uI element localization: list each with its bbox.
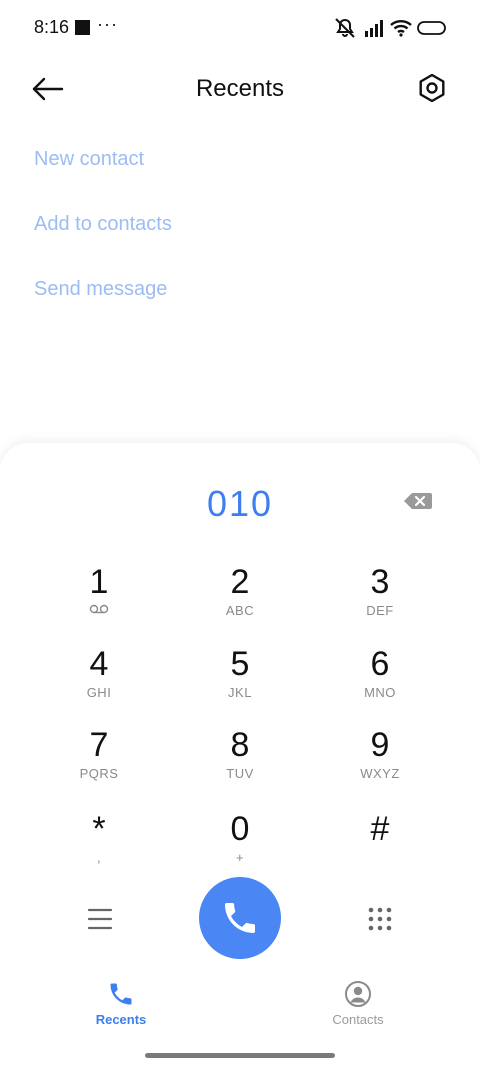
tab-label: Contacts xyxy=(332,1012,384,1027)
key-3[interactable]: 3 DEF xyxy=(320,563,440,637)
page-title: Recents xyxy=(195,75,285,102)
key-letters: JKL xyxy=(228,685,252,700)
key-6[interactable]: 6 MNO xyxy=(320,645,440,719)
backspace-icon xyxy=(404,493,432,509)
home-indicator[interactable] xyxy=(145,1053,335,1058)
send-message-link[interactable]: Send message xyxy=(34,278,167,301)
key-digit: 2 xyxy=(230,563,250,601)
tab-recents[interactable]: Recents xyxy=(61,980,181,1040)
key-0[interactable]: 0 + xyxy=(180,810,300,884)
key-letters: PQRS xyxy=(79,766,119,781)
key-digit: # xyxy=(370,810,390,848)
notifications-off-icon xyxy=(335,18,355,38)
key-letters: + xyxy=(235,850,245,865)
wifi-icon xyxy=(390,20,412,37)
backspace-button[interactable] xyxy=(403,491,433,511)
key-2[interactable]: 2 ABC xyxy=(180,563,300,637)
key-letters: WXYZ xyxy=(360,766,400,781)
key-1[interactable]: 1 xyxy=(39,563,159,637)
signal-icon xyxy=(365,20,383,37)
add-to-contacts-link[interactable]: Add to contacts xyxy=(34,213,172,236)
key-letters: TUV xyxy=(226,766,254,781)
more-notifications-icon: ··· xyxy=(97,14,118,34)
dialpad-icon xyxy=(368,907,392,931)
status-bar: 8:16 ··· xyxy=(0,0,480,56)
key-digit: 3 xyxy=(370,563,390,601)
key-letters: MNO xyxy=(364,685,396,700)
key-digit: 4 xyxy=(89,645,109,683)
new-contact-link[interactable]: New contact xyxy=(34,148,144,171)
key-letters: GHI xyxy=(86,685,112,700)
dialpad-toggle-button[interactable] xyxy=(360,899,400,939)
top-app-bar: Recents xyxy=(0,60,480,118)
phone-icon xyxy=(110,983,132,1005)
settings-button[interactable] xyxy=(416,72,448,104)
key-5[interactable]: 5 JKL xyxy=(180,645,300,719)
key-letters: DEF xyxy=(366,603,394,618)
tab-label: Recents xyxy=(95,1012,147,1027)
key-digit: 8 xyxy=(230,726,250,764)
key-digit: 5 xyxy=(230,645,250,683)
key-hash[interactable]: # xyxy=(320,810,440,884)
dial-pad-panel: 010 1 2 ABC 3 DEF 4 GHI 5 JKL 6 MNO 7 PQ… xyxy=(0,443,480,1066)
key-star[interactable]: * , xyxy=(39,810,159,884)
key-digit: * xyxy=(92,810,106,848)
key-7[interactable]: 7 PQRS xyxy=(39,726,159,800)
phone-icon xyxy=(225,903,255,933)
menu-icon xyxy=(87,908,113,930)
battery-icon xyxy=(417,21,446,35)
key-digit: 6 xyxy=(370,645,390,683)
key-digit: 0 xyxy=(230,810,250,848)
key-8[interactable]: 8 TUV xyxy=(180,726,300,800)
key-letters: ABC xyxy=(225,603,255,618)
status-time: 8:16 xyxy=(34,17,70,37)
person-icon xyxy=(345,981,371,1007)
key-digit: 1 xyxy=(89,563,109,601)
key-4[interactable]: 4 GHI xyxy=(39,645,159,719)
key-letters: , xyxy=(96,850,102,865)
dialer-screen: 8:16 ··· Recents New contact Add to cont… xyxy=(0,0,480,1066)
status-icons xyxy=(334,18,446,38)
notification-square-icon xyxy=(75,20,90,35)
tab-contacts[interactable]: Contacts xyxy=(298,980,418,1040)
settings-icon xyxy=(419,73,445,103)
key-9[interactable]: 9 WXYZ xyxy=(320,726,440,800)
menu-button[interactable] xyxy=(80,899,120,939)
voicemail-icon xyxy=(89,604,109,614)
call-button[interactable] xyxy=(199,877,281,959)
key-digit: 7 xyxy=(89,726,109,764)
key-digit: 9 xyxy=(370,726,390,764)
